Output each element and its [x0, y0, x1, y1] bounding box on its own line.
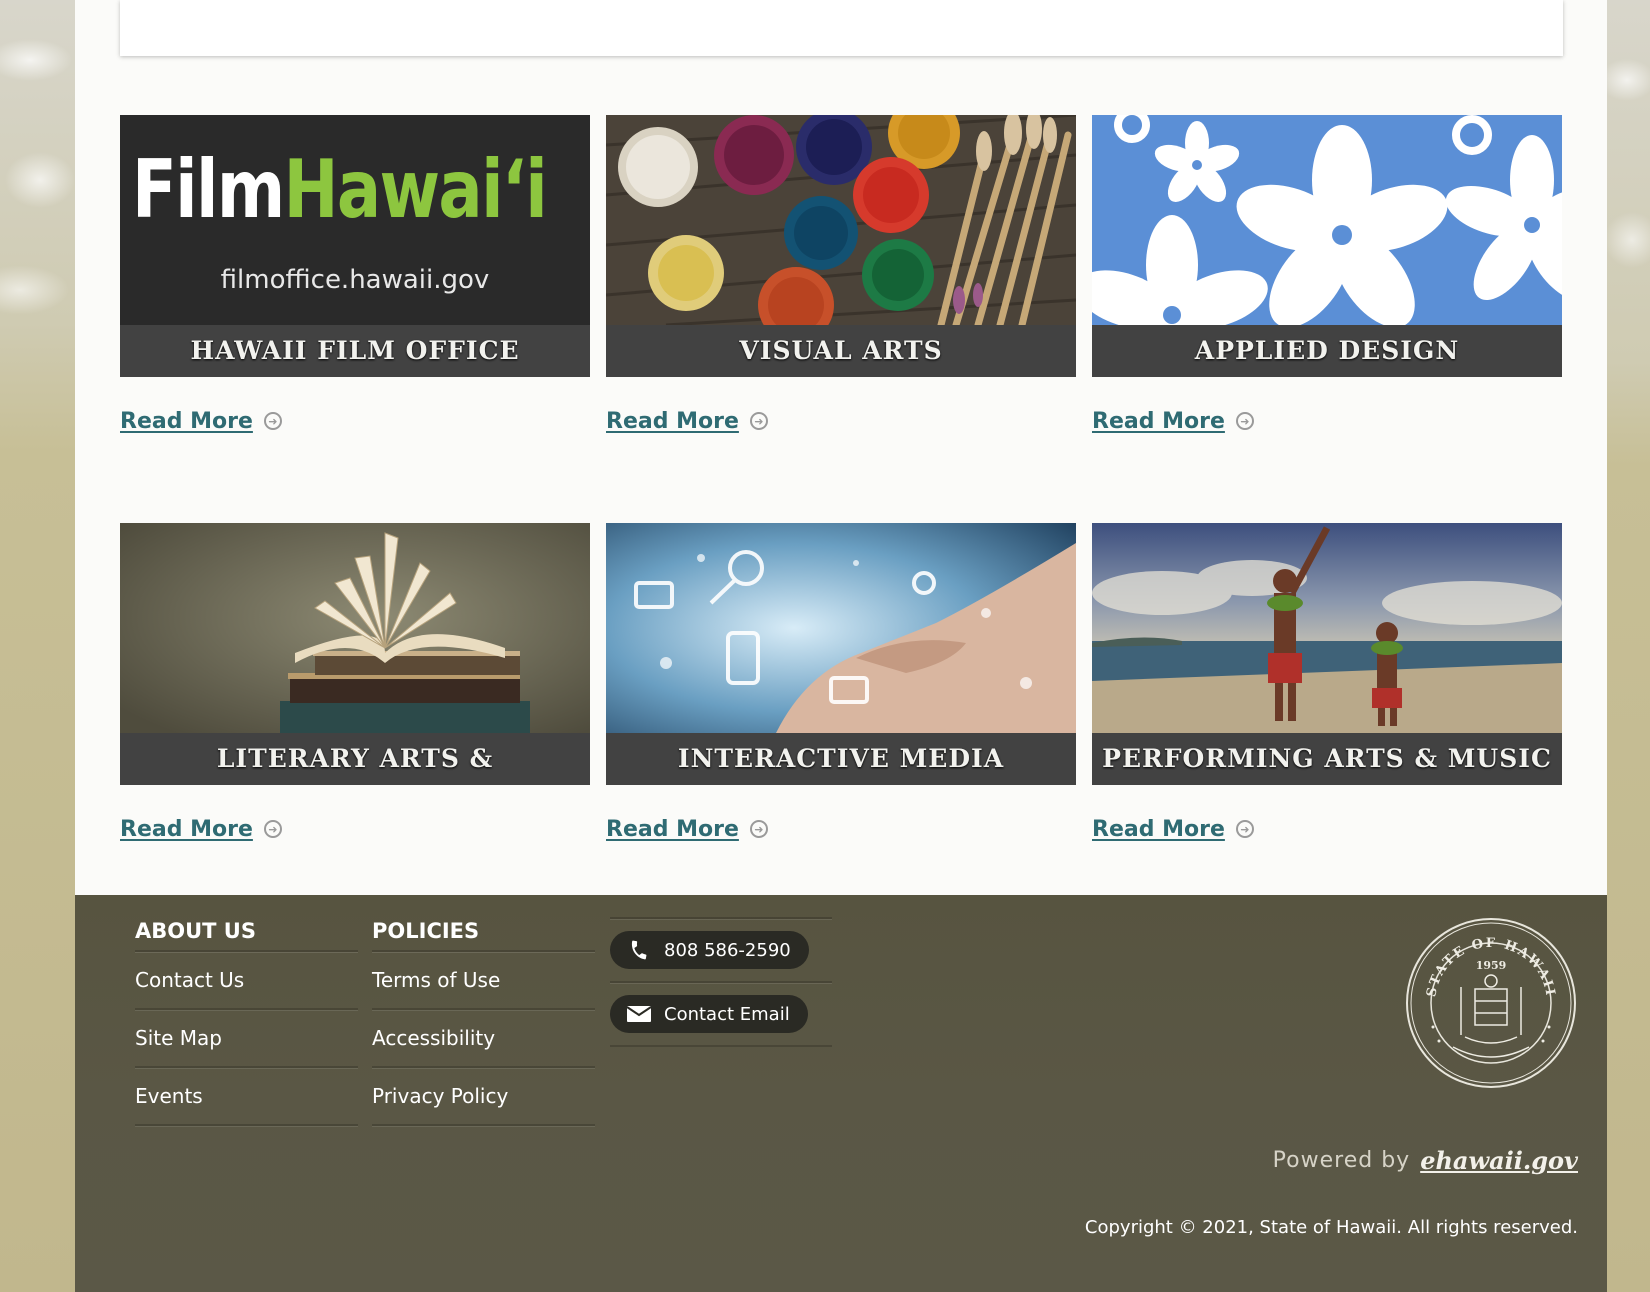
arrow-circle-right-icon: ➜	[749, 820, 768, 838]
footer-link-item: Contact Us	[135, 952, 358, 1010]
footer-about-links: Contact Us Site Map Events	[135, 952, 358, 1126]
beach-background-left	[0, 0, 75, 1292]
footer-about-heading: ABOUT US	[135, 915, 358, 952]
phone-button[interactable]: 808 586-2590	[610, 931, 809, 969]
read-more-label: Read More	[606, 816, 739, 842]
tile-applied-design[interactable]: APPLIED DESIGN	[1092, 115, 1562, 377]
footer-policies-heading: POLICIES	[372, 915, 595, 952]
arrow-circle-right-icon: ➜	[263, 412, 282, 430]
tile-interactive-media[interactable]: INTERACTIVE MEDIA	[606, 523, 1076, 785]
read-more-label: Read More	[606, 408, 739, 434]
read-more-link-performing-arts[interactable]: Read More ➜	[1092, 814, 1254, 844]
email-row: Contact Email	[610, 981, 832, 1047]
hula-dancers-image	[1092, 523, 1562, 733]
arrow-circle-right-icon: ➜	[263, 820, 282, 838]
main-content: FilmHawai‘i filmoffice.hawaii.gov HAWAII…	[75, 0, 1607, 895]
footer-policies-column: POLICIES Terms of Use Accessibility Priv…	[372, 915, 595, 1126]
read-more-link-interactive-media[interactable]: Read More ➜	[606, 814, 768, 844]
ehawaii-logo-link[interactable]: ehawaii.gov	[1420, 1146, 1578, 1175]
paint-pots-image	[606, 115, 1076, 325]
footer-link-item: Privacy Policy	[372, 1068, 595, 1126]
contact-email-label: Contact Email	[664, 1003, 790, 1025]
seal-year: 1959	[1476, 959, 1507, 972]
tile-caption: INTERACTIVE MEDIA	[606, 733, 1076, 785]
content-card	[120, 0, 1563, 56]
read-more-label: Read More	[1092, 816, 1225, 842]
read-more-link-visual-arts[interactable]: Read More ➜	[606, 406, 768, 436]
powered-by-label: Powered by	[1272, 1147, 1411, 1173]
terms-of-use-link[interactable]: Terms of Use	[372, 968, 500, 992]
tile-literary-arts[interactable]: LITERARY ARTS & PUBLISHING	[120, 523, 590, 785]
phone-row: 808 586-2590	[610, 917, 832, 981]
site-footer: ABOUT US Contact Us Site Map Events POLI…	[75, 895, 1607, 1292]
arrow-circle-right-icon: ➜	[1235, 820, 1254, 838]
hibiscus-pattern-image	[1092, 115, 1562, 325]
contact-us-link[interactable]: Contact Us	[135, 968, 244, 992]
film-office-url: filmoffice.hawaii.gov	[220, 265, 490, 295]
accessibility-link[interactable]: Accessibility	[372, 1026, 495, 1050]
tile-caption: VISUAL ARTS	[606, 325, 1076, 377]
tile-caption: HAWAII FILM OFFICE	[120, 325, 590, 377]
phone-icon	[626, 939, 652, 961]
tile-visual-arts[interactable]: VISUAL ARTS	[606, 115, 1076, 377]
touch-icons-image	[606, 523, 1076, 733]
film-logo-text: Film	[132, 143, 285, 236]
privacy-policy-link[interactable]: Privacy Policy	[372, 1084, 508, 1108]
site-map-link[interactable]: Site Map	[135, 1026, 222, 1050]
footer-link-item: Terms of Use	[372, 952, 595, 1010]
read-more-link-applied-design[interactable]: Read More ➜	[1092, 406, 1254, 436]
footer-link-item: Events	[135, 1068, 358, 1126]
read-more-label: Read More	[120, 408, 253, 434]
footer-policies-links: Terms of Use Accessibility Privacy Polic…	[372, 952, 595, 1126]
read-more-label: Read More	[120, 816, 253, 842]
envelope-icon	[626, 1006, 652, 1022]
page-container: FilmHawai‘i filmoffice.hawaii.gov HAWAII…	[75, 0, 1607, 1292]
phone-number: 808 586-2590	[664, 939, 791, 961]
beach-background-right	[1607, 0, 1650, 1292]
footer-link-item: Site Map	[135, 1010, 358, 1068]
state-of-hawaii-seal: STATE OF HAWAII 1959	[1406, 918, 1576, 1088]
hawaii-logo-text: Hawai‘i	[283, 143, 548, 236]
tile-hawaii-film-office[interactable]: FilmHawai‘i filmoffice.hawaii.gov HAWAII…	[120, 115, 590, 377]
tile-caption: APPLIED DESIGN	[1092, 325, 1562, 377]
film-hawaii-logo-image: FilmHawai‘i filmoffice.hawaii.gov	[120, 115, 590, 325]
footer-contact-column: 808 586-2590 Contact Email	[610, 917, 832, 1047]
copyright-text: Copyright © 2021, State of Hawaii. All r…	[1084, 1217, 1578, 1238]
tile-performing-arts[interactable]: PERFORMING ARTS & MUSIC	[1092, 523, 1562, 785]
footer-link-item: Accessibility	[372, 1010, 595, 1068]
read-more-link-film-office[interactable]: Read More ➜	[120, 406, 282, 436]
arrow-circle-right-icon: ➜	[749, 412, 768, 430]
books-image	[120, 523, 590, 733]
powered-by: Powered by ehawaii.gov	[1273, 1140, 1578, 1180]
read-more-link-literary-arts[interactable]: Read More ➜	[120, 814, 282, 844]
tile-caption: PERFORMING ARTS & MUSIC	[1092, 733, 1562, 785]
footer-about-column: ABOUT US Contact Us Site Map Events	[135, 915, 358, 1126]
contact-email-button[interactable]: Contact Email	[610, 995, 808, 1033]
events-link[interactable]: Events	[135, 1084, 203, 1108]
read-more-label: Read More	[1092, 408, 1225, 434]
tile-caption: LITERARY ARTS & PUBLISHING	[120, 733, 590, 785]
arrow-circle-right-icon: ➜	[1235, 412, 1254, 430]
